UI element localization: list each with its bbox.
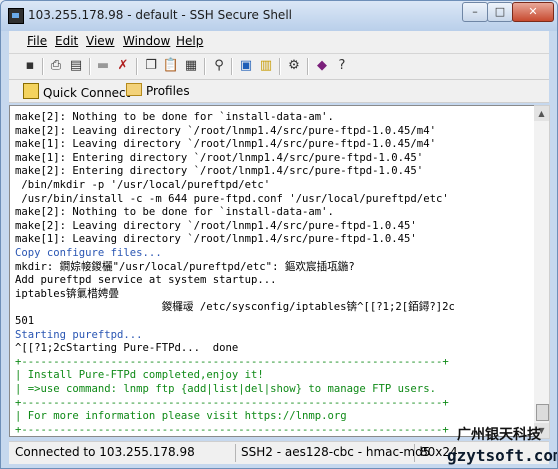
- terminal-line: /usr/bin/install -c -m 644 pure-ftpd.con…: [15, 192, 449, 205]
- terminal-line: +---------------------------------------…: [15, 423, 449, 436]
- disconnect-icon[interactable]: ✗: [114, 57, 132, 75]
- terminal-line: ^[[?1;2cStarting Pure-FTPd... done: [15, 342, 239, 355]
- menu-bar: File Edit View Window Help: [9, 31, 549, 54]
- profile-bar: Quick Connect Profiles: [9, 80, 549, 103]
- terminal-line: mkdir: 鐧婃帹鍐欐"/usr/local/pureftpd/etc": 鏂…: [15, 260, 355, 273]
- terminal-line: Copy configure files...: [15, 247, 162, 259]
- toolbar: ▪ ⎙ ▤ ▬ ✗ ❐ 📋 ▦ ⚲ ▣ ▥ ⚙ ◆ ?: [9, 54, 549, 80]
- save-icon[interactable]: ▪: [21, 57, 39, 75]
- quick-connect-icon: [23, 83, 39, 99]
- terminal-line: iptables锛氭棤娉曡: [15, 287, 119, 300]
- find-icon[interactable]: ⚲: [210, 57, 228, 75]
- profiles-button[interactable]: Profiles: [126, 83, 190, 98]
- terminal-line: 501: [15, 315, 35, 327]
- title-bar[interactable]: 103.255.178.98 - default - SSH Secure Sh…: [1, 1, 557, 31]
- minimize-button[interactable]: –: [462, 2, 488, 22]
- menu-edit[interactable]: Edit: [55, 34, 78, 48]
- terminal-line: make[2]: Nothing to be done for `install…: [15, 206, 334, 219]
- terminal-line: Add pureftpd service at system startup..…: [15, 274, 277, 287]
- app-icon: [8, 8, 24, 24]
- new-terminal-icon[interactable]: ▣: [237, 57, 255, 75]
- print-preview-icon[interactable]: ▤: [67, 57, 85, 75]
- connection-status: Connected to 103.255.178.98: [15, 445, 195, 459]
- maximize-button[interactable]: □: [487, 2, 513, 22]
- menu-view[interactable]: View: [86, 34, 114, 48]
- print-icon[interactable]: ⎙: [47, 57, 65, 75]
- terminal-line: make[1]: Leaving directory `/root/lnmp1.…: [15, 233, 417, 246]
- terminal-line: | =>use command: lnmp ftp {add|list|del|…: [15, 383, 436, 395]
- terminal-line: make[2]: Leaving directory `/root/lnmp1.…: [15, 219, 417, 232]
- watermark-url: gzytsoft.com: [447, 446, 558, 465]
- scroll-up-icon[interactable]: ▲: [534, 106, 549, 121]
- scroll-thumb[interactable]: [536, 404, 549, 421]
- folder-icon: [126, 83, 142, 96]
- terminal-line: /bin/mkdir -p '/usr/local/pureftpd/etc': [15, 179, 271, 191]
- window-title: 103.255.178.98 - default - SSH Secure Sh…: [28, 8, 292, 22]
- close-button[interactable]: ✕: [512, 2, 554, 22]
- key-book-icon[interactable]: ◆: [313, 57, 331, 75]
- terminal-line: make[2]: Nothing to be done for `install…: [15, 111, 334, 123]
- settings-icon[interactable]: ⚙: [285, 57, 303, 75]
- terminal-line: 鍐欏叆 /etc/sysconfig/iptables锛^[[?1;2[銆鐞?]…: [15, 301, 455, 314]
- terminal-output[interactable]: make[2]: Nothing to be done for `install…: [9, 105, 535, 437]
- vertical-scrollbar[interactable]: ▲ ▼: [534, 105, 550, 439]
- terminal-line: make[1]: Entering directory `/root/lnmp1…: [15, 151, 424, 164]
- terminal-line: +---------------------------------------…: [15, 396, 449, 409]
- menu-help[interactable]: Help: [176, 34, 203, 48]
- terminal-line: | Install Pure-FTPd completed,enjoy it!: [15, 369, 264, 382]
- paste-special-icon[interactable]: ▦: [182, 57, 200, 75]
- profiles-label: Profiles: [146, 84, 190, 98]
- ssh-window: 103.255.178.98 - default - SSH Secure Sh…: [0, 0, 558, 469]
- terminal-line: make[1]: Leaving directory `/root/lnmp1.…: [15, 138, 436, 151]
- quick-connect-button[interactable]: Quick Connect: [23, 83, 130, 100]
- help-icon[interactable]: ?: [333, 57, 351, 75]
- disabled-icon: ▬: [96, 58, 110, 73]
- watermark-company: 广州银天科技: [457, 427, 541, 443]
- quick-connect-label: Quick Connect: [43, 86, 131, 100]
- menu-file[interactable]: File: [27, 34, 47, 48]
- terminal-line: | For more information please visit http…: [15, 410, 347, 423]
- new-sftp-icon[interactable]: ▥: [257, 57, 275, 75]
- terminal-line: +---------------------------------------…: [15, 355, 449, 368]
- menu-window[interactable]: Window: [123, 34, 170, 48]
- copy-icon[interactable]: ❐: [142, 57, 160, 75]
- paste-icon[interactable]: 📋: [162, 57, 180, 75]
- terminal-line: make[2]: Leaving directory `/root/lnmp1.…: [15, 124, 436, 137]
- terminal-line: Starting pureftpd...: [15, 328, 143, 341]
- terminal-line: make[2]: Entering directory `/root/lnmp1…: [15, 165, 424, 178]
- cipher-status: SSH2 - aes128-cbc - hmac-md5: [241, 445, 431, 459]
